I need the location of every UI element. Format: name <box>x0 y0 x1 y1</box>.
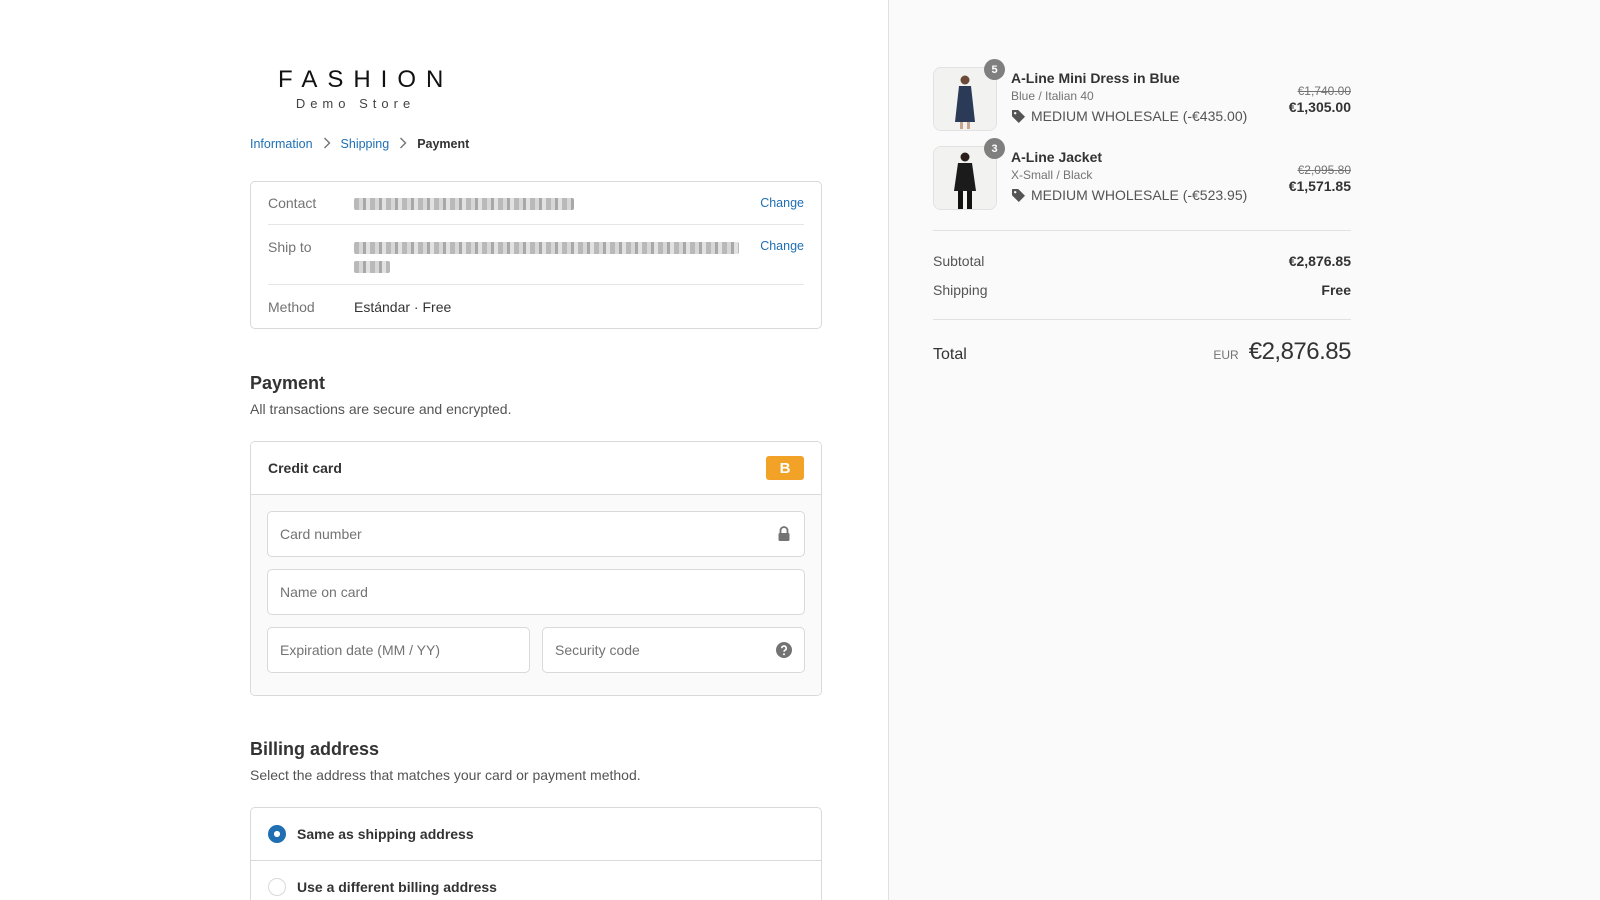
shipping-label: Shipping <box>933 282 988 298</box>
name-on-card-input[interactable] <box>280 584 792 600</box>
name-on-card-field[interactable] <box>267 569 805 615</box>
total-row: Total EUR €2,876.85 <box>933 338 1352 366</box>
subtotal-value: €2,876.85 <box>1288 253 1351 269</box>
expiration-date-field[interactable] <box>267 627 530 673</box>
breadcrumb-payment: Payment <box>417 137 470 151</box>
credit-card-option[interactable]: Credit card B <box>251 442 821 495</box>
credit-card-label: Credit card <box>268 460 342 476</box>
change-shipto-link[interactable]: Change <box>760 239 804 284</box>
review-shipto-row: Ship to Change <box>268 225 804 285</box>
card-number-field[interactable] <box>267 511 805 557</box>
billing-options: Same as shipping address Use a different… <box>250 807 822 900</box>
review-method-row: Method Estándar · Free <box>268 285 804 329</box>
logo-wordmark: FASHION <box>278 66 454 93</box>
breadcrumb-shipping[interactable]: Shipping <box>341 137 390 151</box>
item-details: A-Line Jacket X-Small / Black MEDIUM WHO… <box>1011 149 1247 203</box>
product-thumbnail: 5 <box>933 59 1005 131</box>
checkout-main-panel: FASHION Demo Store Information Shipping … <box>0 0 888 900</box>
security-code-field[interactable] <box>542 627 805 673</box>
quantity-badge: 5 <box>984 59 1005 80</box>
tag-icon <box>1011 109 1026 124</box>
billing-different-radio[interactable] <box>268 877 286 896</box>
shipto-label: Ship to <box>268 239 312 255</box>
shipping-value: Free <box>1321 282 1351 298</box>
subtotal-label: Subtotal <box>933 253 985 269</box>
original-price: €1,740.00 <box>1297 84 1351 98</box>
cart-item: 5 A-Line Mini Dress in Blue Blue / Itali… <box>933 59 1351 133</box>
billing-different-option[interactable]: Use a different billing address <box>251 860 821 900</box>
discount-label: MEDIUM WHOLESALE (-€435.00) <box>1031 108 1248 124</box>
lock-icon <box>776 526 792 542</box>
billing-same-radio[interactable] <box>268 825 286 843</box>
card-fields <box>251 495 821 695</box>
billing-same-option[interactable]: Same as shipping address <box>251 808 821 860</box>
total-currency: EUR <box>1213 348 1239 362</box>
billing-same-label: Same as shipping address <box>297 826 474 842</box>
billing-subtitle: Select the address that matches your car… <box>250 767 641 783</box>
item-discount: MEDIUM WHOLESALE (-€435.00) <box>1011 108 1247 124</box>
breadcrumb: Information Shipping Payment <box>250 136 469 152</box>
security-code-input[interactable] <box>555 642 776 658</box>
breadcrumb-information[interactable]: Information <box>250 137 313 151</box>
cart-item: 3 A-Line Jacket X-Small / Black MEDIUM W… <box>933 138 1351 212</box>
quantity-badge: 3 <box>984 138 1005 159</box>
contact-label: Contact <box>268 195 317 211</box>
summary-divider <box>933 319 1351 320</box>
review-contact-row: Contact Change <box>268 182 804 225</box>
item-details: A-Line Mini Dress in Blue Blue / Italian… <box>1011 70 1247 124</box>
contact-value-redacted <box>354 195 744 211</box>
tag-icon <box>1011 188 1026 203</box>
logo-tagline: Demo Store <box>295 96 416 111</box>
method-value: Estándar · Free <box>354 299 452 315</box>
subtotal-row: Subtotal €2,876.85 <box>933 253 1351 269</box>
discounted-price: €1,305.00 <box>1288 99 1351 115</box>
store-logo[interactable]: FASHION Demo Store <box>268 66 454 111</box>
chevron-right-icon <box>323 136 331 152</box>
total-label: Total <box>933 346 967 363</box>
expiration-date-input[interactable] <box>280 642 517 658</box>
chevron-right-icon <box>399 136 407 152</box>
item-prices: €2,095.80 €1,571.85 <box>1289 163 1351 194</box>
card-number-input[interactable] <box>280 526 776 542</box>
original-price: €2,095.80 <box>1297 163 1351 177</box>
method-label: Method <box>268 299 315 315</box>
billing-title: Billing address <box>250 739 380 759</box>
total-value: €2,876.85 <box>1248 338 1352 365</box>
change-contact-link[interactable]: Change <box>760 196 804 210</box>
discount-label: MEDIUM WHOLESALE (-€523.95) <box>1031 187 1248 203</box>
item-name: A-Line Jacket <box>1011 149 1103 165</box>
order-summary-panel: 5 A-Line Mini Dress in Blue Blue / Itali… <box>888 0 1600 900</box>
bitcoin-icon: B <box>766 456 804 480</box>
shipto-value-redacted <box>354 239 744 284</box>
item-discount: MEDIUM WHOLESALE (-€523.95) <box>1011 187 1247 203</box>
item-name: A-Line Mini Dress in Blue <box>1011 70 1180 86</box>
order-review-box: Contact Change Ship to Change Method Est… <box>250 181 822 329</box>
item-prices: €1,740.00 €1,305.00 <box>1289 84 1351 115</box>
total-amount: EUR €2,876.85 <box>1213 338 1351 366</box>
discounted-price: €1,571.85 <box>1288 178 1351 194</box>
help-icon[interactable] <box>776 642 792 658</box>
payment-title: Payment <box>250 373 326 393</box>
product-thumbnail: 3 <box>933 138 1005 210</box>
payment-method-box: Credit card B <box>250 441 822 696</box>
item-variant: X-Small / Black <box>1011 168 1093 182</box>
item-variant: Blue / Italian 40 <box>1011 89 1094 103</box>
shipping-row: Shipping Free <box>933 282 1351 298</box>
summary-divider <box>933 230 1351 231</box>
payment-subtitle: All transactions are secure and encrypte… <box>250 401 512 417</box>
billing-different-label: Use a different billing address <box>297 878 497 895</box>
